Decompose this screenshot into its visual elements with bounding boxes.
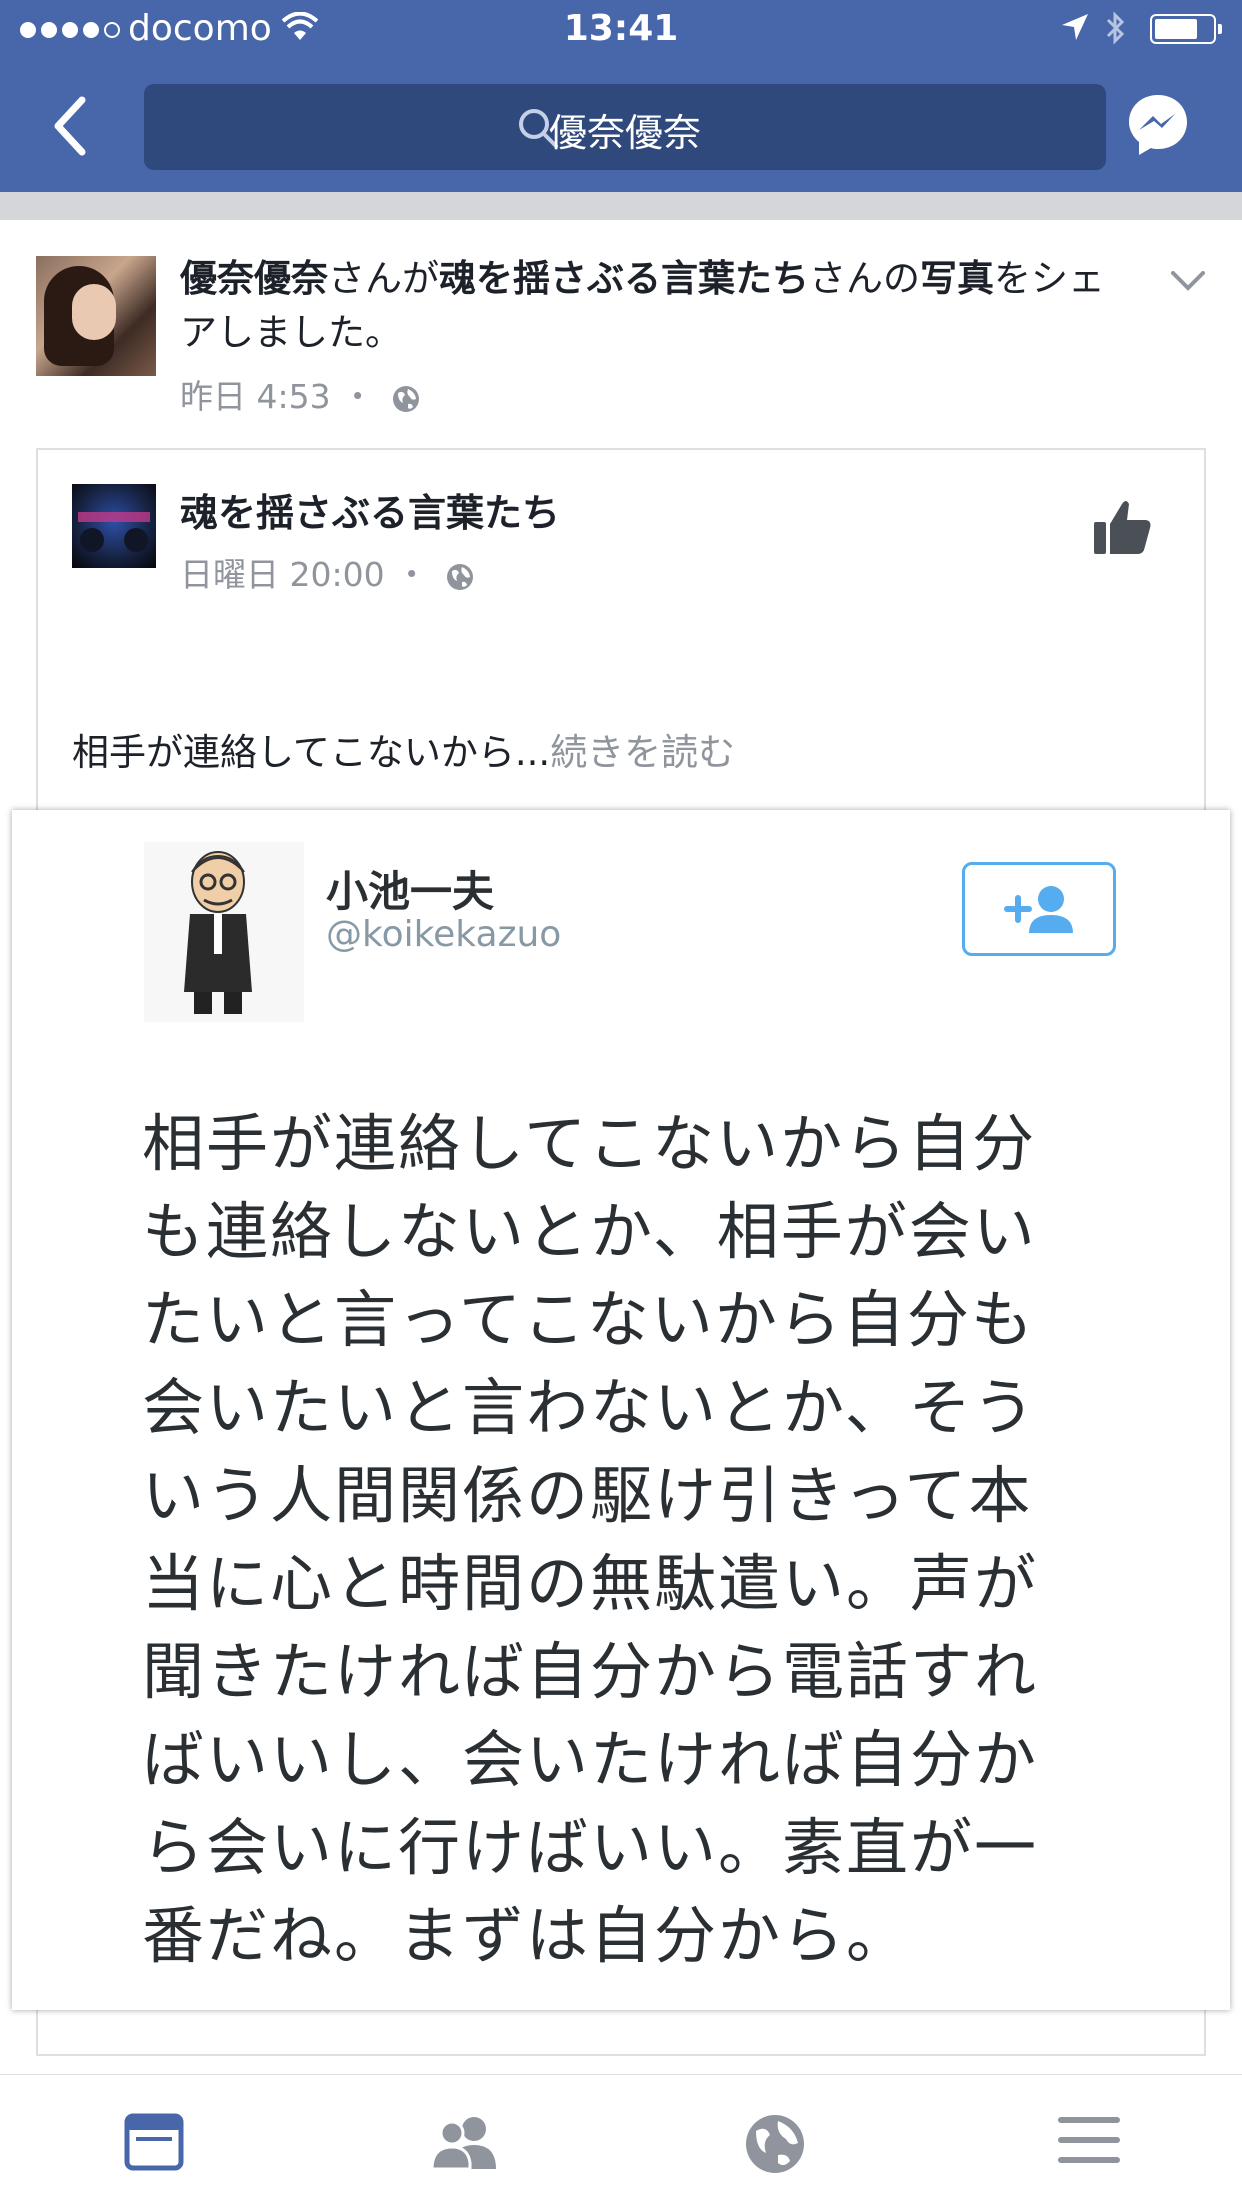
menu-icon[interactable] [1058,2113,1120,2167]
actor-name-link[interactable]: 優奈優奈 [180,257,328,300]
tweet-line: も連絡しないとか、相手が会い [142,1195,1037,1268]
back-chevron-icon[interactable] [52,96,88,156]
tweet-line: たいと言ってこないから自分も [142,1283,1035,1356]
tab-bar [0,2074,1242,2209]
tweet-line: いう人間関係の駆け引きって本 [142,1459,1033,1532]
tweet-author-avatar [144,842,304,1022]
tweet-line: ら会いに行けばいい。素直が一 [142,1811,1039,1884]
battery-icon [1150,14,1222,44]
tweet-line: 会いたいと言わないとか、そう [142,1371,1037,1444]
chevron-down-icon[interactable] [1170,270,1206,292]
notifications-globe-icon[interactable] [744,2113,806,2175]
photo-link[interactable]: 写真 [920,257,994,300]
page-name-link[interactable]: 魂を揺さぶる言葉たち [439,257,809,300]
feed-divider [0,192,1242,220]
tweet-line: 番だね。まずは自分から。 [142,1899,911,1972]
tweet-line: 相手が連絡してこないから自分 [142,1107,1037,1180]
follow-button [962,862,1116,956]
status-time: 13:41 [563,8,679,49]
shared-post-meta: 日曜日 20:00 ・ [180,548,475,596]
search-query-text: 優奈優奈 [548,111,701,155]
like-page-icon[interactable] [1092,496,1154,558]
bluetooth-icon [1106,11,1125,45]
friends-icon[interactable] [430,2113,500,2171]
tweet-line: 当に心と時間の無駄遣い。声が [142,1547,1039,1620]
shared-page-name[interactable]: 魂を揺さぶる言葉たち [180,482,560,537]
search-bar[interactable]: 優奈優奈 [144,84,1106,170]
tweet-line: 聞きたければ自分から電話すれ [142,1635,1039,1708]
status-bar: docomo 13:41 [0,0,1242,62]
tweet-author-handle: @koikekazuo [326,914,562,955]
tweet-text: 相手が連絡してこないから自分 も連絡しないとか、相手が会い たいと言ってこないか… [142,1100,1092,1980]
tweet-author-name: 小池一夫 [326,867,495,916]
tweet-line: ばいいし、会いたければ自分か [142,1723,1039,1796]
post-excerpt: 相手が連絡してこないから...続きを読む [72,731,736,774]
location-arrow-icon [1062,14,1088,40]
navigation-bar: docomo 13:41 優奈優奈 [0,0,1242,192]
globe-icon [392,385,419,412]
add-user-icon [1004,886,1073,933]
news-feed-icon[interactable] [124,2113,184,2171]
user-avatar[interactable] [36,256,156,376]
story-meta: 昨日 4:53 ・ [180,370,421,418]
story-timestamp[interactable]: 昨日 4:53 [180,377,331,416]
messenger-icon[interactable] [1125,92,1191,158]
globe-icon [446,563,473,590]
page-avatar[interactable] [72,484,156,568]
story-headline: 優奈優奈さんが魂を揺さぶる言葉たちさんの写真をシェアしました。 [180,257,1105,354]
read-more-link[interactable]: 続きを読む [550,731,735,774]
shared-post-timestamp[interactable]: 日曜日 20:00 [180,555,385,594]
